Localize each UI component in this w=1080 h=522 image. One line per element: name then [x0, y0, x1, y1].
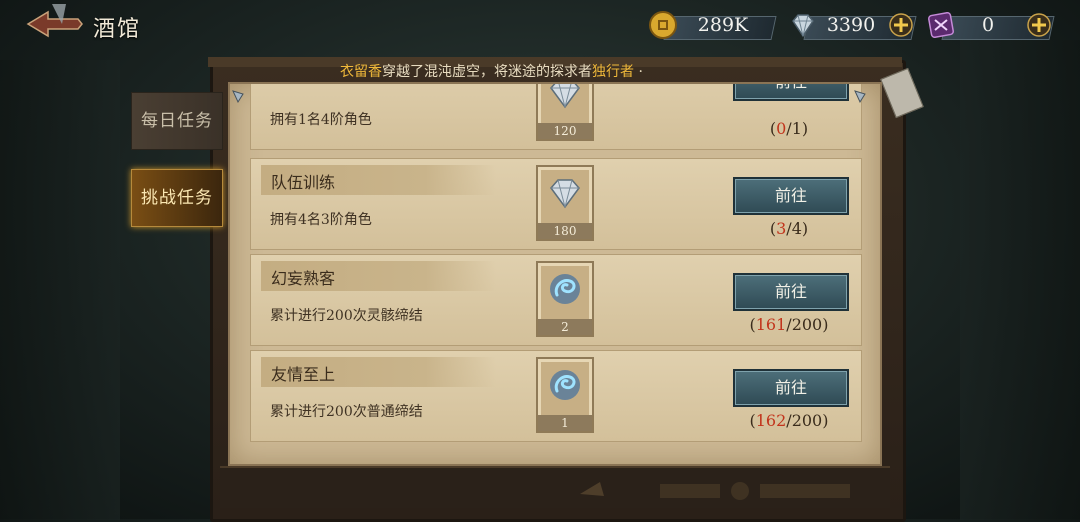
task-description: 累计进行200次灵骸缔结: [270, 308, 423, 324]
go-button[interactable]: 前往: [733, 177, 849, 215]
progress-total: 1: [791, 119, 802, 138]
progress-current: 162: [755, 411, 787, 430]
task-description: 拥有1名4阶角色: [270, 112, 372, 128]
progress-total: 4: [791, 219, 802, 238]
currency-coin: 289K: [648, 11, 777, 40]
marquee-highlight-1: 衣留香: [340, 64, 382, 80]
diamond-icon: [550, 179, 580, 209]
task-row: 友情至上 累计进行200次普通缔结 1 前往 (162/200): [250, 350, 862, 442]
add-crystal-button[interactable]: [1026, 12, 1052, 38]
task-reward: 2: [536, 261, 594, 337]
blue-swirl-icon: [550, 370, 580, 400]
currency-value: 3390: [826, 14, 876, 36]
marquee-highlight-2: 独行者: [592, 64, 634, 80]
reward-count: 2: [538, 319, 592, 335]
page-title: 酒馆: [93, 17, 142, 42]
task-progress: (0/1): [769, 119, 809, 138]
task-description: 拥有4名3阶角色: [270, 212, 372, 228]
currency-diamond: 3390: [788, 12, 917, 40]
progress-current: 0: [776, 119, 787, 138]
task-reward: 180: [536, 165, 594, 241]
background-beam-right: [960, 40, 1080, 520]
diamond-icon: [550, 84, 580, 109]
pin-icon: [232, 90, 244, 104]
task-list: 拥有1名4阶角色 120 前往 (0/1) 队伍训练 拥有4名3阶角色 180 …: [228, 82, 882, 466]
go-button[interactable]: 前往: [733, 84, 849, 101]
currency-crystal: 0: [926, 11, 1056, 40]
marquee-text: 穿越了混沌虚空，将迷途的探求者: [382, 64, 592, 80]
diamond-icon: [792, 14, 814, 38]
background-beam-left: [0, 60, 120, 520]
task-name: 幻妄熟客: [271, 269, 336, 288]
task-progress: (162/200): [749, 411, 829, 430]
blue-swirl-icon: [550, 274, 580, 304]
add-diamond-button[interactable]: [888, 12, 914, 38]
task-name: 友情至上: [271, 365, 336, 384]
task-name: 队伍训练: [271, 173, 336, 192]
go-button[interactable]: 前往: [733, 273, 849, 311]
footer-ornament-icon: [580, 482, 850, 500]
currency-value: 0: [981, 14, 995, 36]
progress-total: 200: [791, 411, 823, 430]
back-arrow-icon: [26, 4, 83, 38]
task-row: 拥有1名4阶角色 120 前往 (0/1): [250, 84, 862, 150]
reward-count: 180: [538, 223, 592, 239]
marquee-banner: 衣留香穿越了混沌虚空，将迷途的探求者独行者 ·: [340, 61, 740, 83]
progress-current: 161: [755, 315, 787, 334]
task-description: 累计进行200次普通缔结: [270, 404, 423, 420]
gold-coin-icon: [649, 11, 677, 39]
pin-icon: [854, 90, 866, 104]
task-progress: (161/200): [749, 315, 829, 334]
task-reward: 1: [536, 357, 594, 433]
reward-count: 120: [538, 123, 592, 139]
task-row: 队伍训练 拥有4名3阶角色 180 前往 (3/4): [250, 158, 862, 250]
purple-crystal-icon: [927, 11, 955, 39]
currency-value: 289K: [697, 14, 749, 36]
task-reward: 120: [536, 84, 594, 141]
reward-count: 1: [538, 415, 592, 431]
tab-challenge-tasks[interactable]: 挑战任务: [131, 169, 223, 227]
progress-total: 200: [791, 315, 823, 334]
go-button[interactable]: 前往: [733, 369, 849, 407]
task-progress: (3/4): [769, 219, 809, 238]
task-row: 幻妄熟客 累计进行200次灵骸缔结 2 前往 (161/200): [250, 254, 862, 346]
back-button[interactable]: [22, 2, 86, 46]
tab-daily-tasks[interactable]: 每日任务: [131, 92, 223, 150]
progress-current: 3: [776, 219, 787, 238]
marquee-tail: ·: [638, 64, 643, 80]
